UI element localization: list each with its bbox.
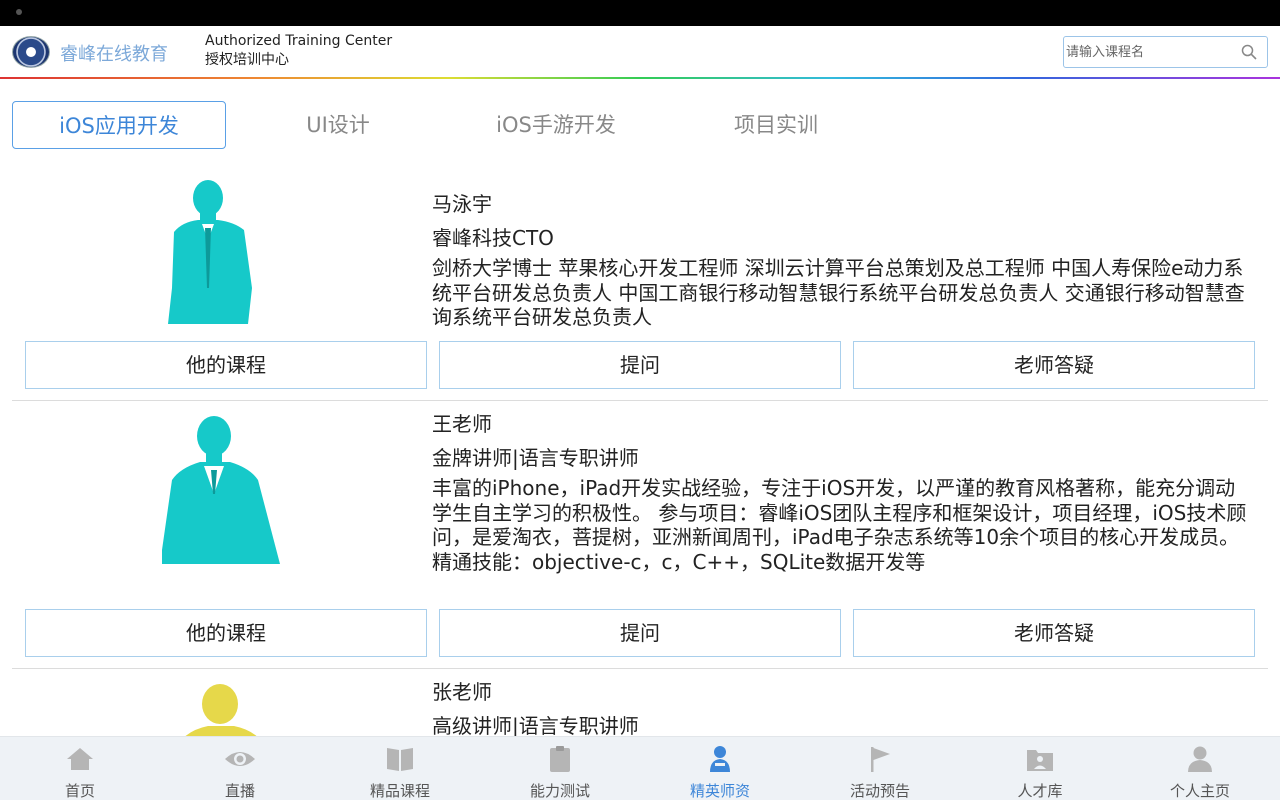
search-box <box>1063 36 1268 68</box>
nav-events[interactable]: 活动预告 <box>800 737 960 801</box>
app-header: 睿峰在线教育 Authorized Training Center 授权培训中心 <box>0 26 1280 78</box>
teacher-avatar <box>185 684 257 736</box>
brand-name: 睿峰在线教育 <box>60 44 168 65</box>
teacher-title: 睿峰科技CTO <box>432 226 554 250</box>
tab-ios-app[interactable]: iOS应用开发 <box>12 101 226 149</box>
search-input[interactable] <box>1064 37 1234 67</box>
teacher-icon <box>710 746 730 772</box>
header-divider <box>0 77 1280 79</box>
nav-label: 精品课程 <box>369 782 430 800</box>
teacher-list[interactable]: 马泳宇 睿峰科技CTO 剑桥大学博士 苹果核心开发工程师 深圳云计算平台总策划及… <box>0 172 1280 736</box>
folder-people-icon <box>1027 750 1053 771</box>
nav-home[interactable]: 首页 <box>0 737 160 801</box>
nav-label: 个人主页 <box>1169 782 1230 800</box>
teacher-answers-button[interactable]: 老师答疑 <box>853 609 1255 657</box>
nav-label: 直播 <box>224 782 255 800</box>
teacher-name: 王老师 <box>432 412 492 436</box>
nav-courses[interactable]: 精品课程 <box>320 737 480 801</box>
teacher-avatar <box>168 180 252 324</box>
authorized-center-label: Authorized Training Center 授权培训中心 <box>205 32 392 70</box>
teacher-card: 王老师 金牌讲师|语言专职讲师 丰富的iPhone，iPad开发实战经验，专注于… <box>12 400 1268 669</box>
his-courses-button[interactable]: 他的课程 <box>25 341 427 389</box>
teacher-answers-button[interactable]: 老师答疑 <box>853 341 1255 389</box>
tab-ios-game[interactable]: iOS手游开发 <box>456 101 656 149</box>
teacher-card: 张老师 高级讲师|语言专职讲师 <box>12 668 1268 736</box>
nav-label: 能力测试 <box>529 782 590 800</box>
nav-elite-teachers[interactable]: 精英师资 <box>640 737 800 801</box>
teacher-description: 丰富的iPhone，iPad开发实战经验，专注于iOS开发，以严谨的教育风格著称… <box>432 476 1247 574</box>
status-bar <box>0 0 1280 26</box>
nav-personal-page[interactable]: 个人主页 <box>1120 737 1280 801</box>
nav-ability-test[interactable]: 能力测试 <box>480 737 640 801</box>
teacher-name: 张老师 <box>432 680 492 704</box>
clipboard-icon <box>550 746 570 772</box>
nav-label: 人才库 <box>1017 782 1063 800</box>
tab-project-training[interactable]: 项目实训 <box>676 101 876 149</box>
book-icon <box>387 748 413 771</box>
nav-talent-pool[interactable]: 人才库 <box>960 737 1120 801</box>
notification-dot <box>16 9 22 15</box>
logo-icon <box>12 36 50 68</box>
flag-icon <box>871 747 890 772</box>
home-icon <box>67 748 93 770</box>
ask-question-button[interactable]: 提问 <box>439 609 841 657</box>
teacher-title: 金牌讲师|语言专职讲师 <box>432 446 639 470</box>
teacher-name: 马泳宇 <box>432 192 492 216</box>
nav-label: 精英师资 <box>689 782 750 800</box>
nav-label: 活动预告 <box>849 782 910 800</box>
category-tabs: iOS应用开发 UI设计 iOS手游开发 项目实训 <box>0 100 1280 152</box>
teacher-description: 剑桥大学博士 苹果核心开发工程师 深圳云计算平台总策划及总工程师 中国人寿保险e… <box>432 256 1245 329</box>
nav-label: 首页 <box>64 782 95 800</box>
person-icon <box>1188 746 1212 772</box>
tab-ui-design[interactable]: UI设计 <box>238 101 438 149</box>
teacher-card: 马泳宇 睿峰科技CTO 剑桥大学博士 苹果核心开发工程师 深圳云计算平台总策划及… <box>12 172 1268 401</box>
atc-chinese: 授权培训中心 <box>205 52 289 68</box>
ask-question-button[interactable]: 提问 <box>439 341 841 389</box>
teacher-avatar <box>162 416 280 564</box>
eye-icon <box>225 752 255 766</box>
search-icon[interactable] <box>1241 44 1257 60</box>
bottom-nav: 首页 直播 精品课程 能力测试 精英师资 活动预告 人才库 个人主页 <box>0 736 1280 800</box>
nav-live[interactable]: 直播 <box>160 737 320 801</box>
teacher-title: 高级讲师|语言专职讲师 <box>432 714 639 736</box>
atc-english: Authorized Training Center <box>205 33 393 49</box>
his-courses-button[interactable]: 他的课程 <box>25 609 427 657</box>
